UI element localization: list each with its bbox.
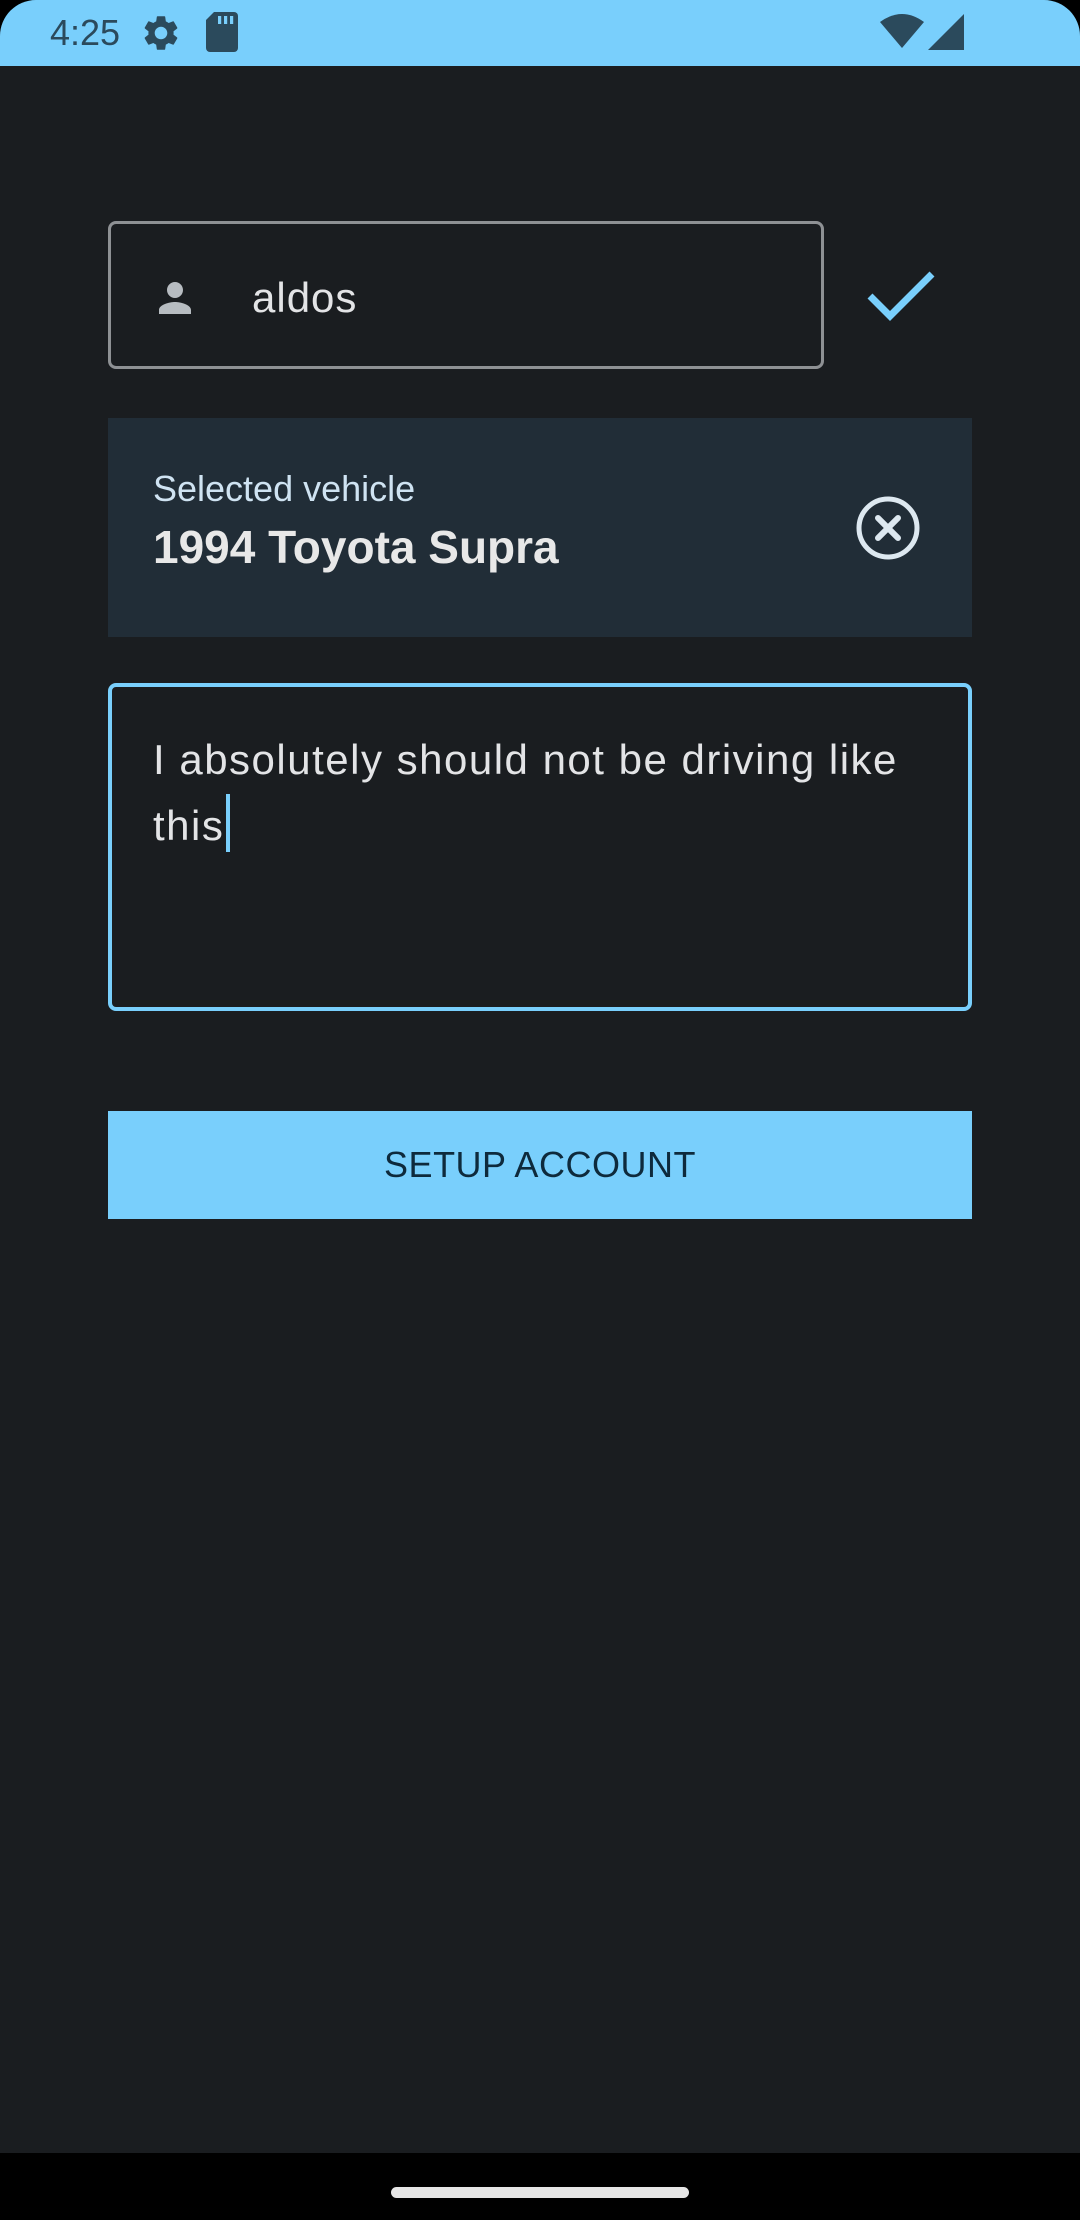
notes-value: I absolutely should not be driving like … (153, 736, 898, 849)
signal-icon (928, 14, 964, 55)
notes-text: I absolutely should not be driving like … (153, 727, 943, 859)
sd-card-icon (206, 12, 238, 57)
wifi-icon (880, 14, 924, 55)
username-field[interactable]: aldos (108, 221, 824, 369)
settings-icon (140, 12, 182, 59)
status-bar: 4:25 (0, 0, 1080, 66)
vehicle-label: Selected vehicle (153, 468, 416, 509)
check-icon (866, 268, 936, 329)
close-circle-icon (856, 496, 920, 560)
selected-vehicle-card: Selected vehicle 1994 Toyota Supra (108, 418, 972, 637)
person-icon (151, 274, 199, 327)
notes-textarea[interactable]: I absolutely should not be driving like … (108, 683, 972, 1011)
text-cursor (226, 794, 231, 852)
setup-account-button[interactable]: SETUP ACCOUNT (108, 1111, 972, 1219)
username-value: aldos (252, 274, 358, 321)
clear-vehicle-button[interactable] (854, 494, 922, 562)
app-screen: 4:25 aldos Selected vehicle 1994 Toyota … (0, 0, 1080, 2220)
navigation-bar (0, 2153, 1080, 2220)
vehicle-name: 1994 Toyota Supra (153, 521, 559, 573)
home-gesture-handle[interactable] (391, 2187, 689, 2198)
status-time: 4:25 (50, 12, 121, 53)
